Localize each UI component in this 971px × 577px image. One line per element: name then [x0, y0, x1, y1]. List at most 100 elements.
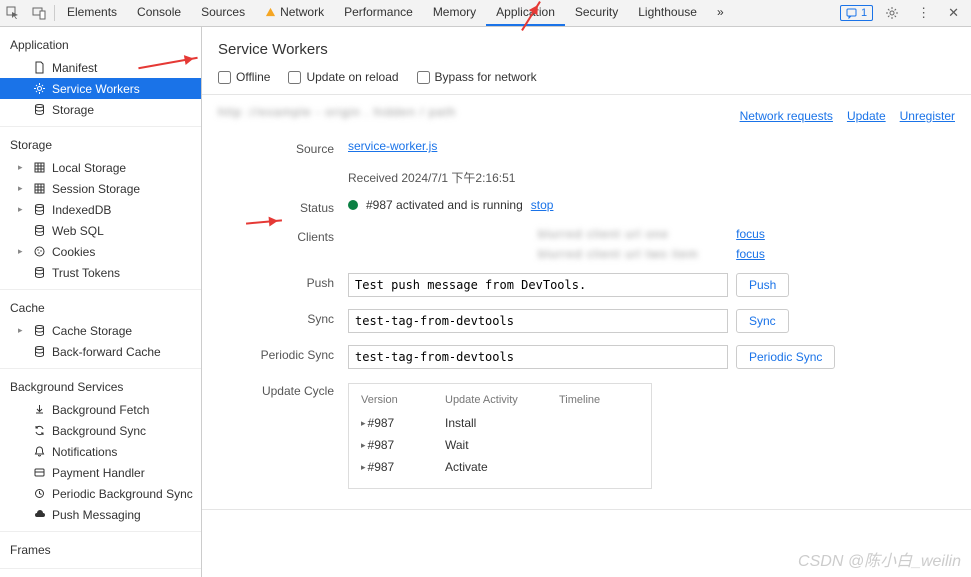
issues-badge[interactable]: 1: [840, 5, 873, 21]
update-link[interactable]: Update: [847, 109, 886, 123]
tab-lighthouse[interactable]: Lighthouse: [628, 0, 707, 26]
sidebar-item-web-sql[interactable]: Web SQL: [0, 220, 201, 241]
sidebar-item-background-fetch[interactable]: Background Fetch: [0, 399, 201, 420]
sidebar-item-trust-tokens[interactable]: Trust Tokens: [0, 262, 201, 283]
gear-icon[interactable]: [879, 6, 905, 20]
push-label: Push: [218, 273, 348, 290]
sidebar-item-push-messaging[interactable]: Push Messaging: [0, 504, 201, 525]
inspect-icon[interactable]: [0, 6, 26, 20]
expand-icon: ▸: [18, 183, 26, 194]
sidebar-item-cookies[interactable]: ▸ Cookies: [0, 241, 201, 262]
sidebar-item-label: Back-forward Cache: [52, 345, 161, 359]
push-button[interactable]: Push: [736, 273, 789, 297]
sidebar-item-session-storage[interactable]: ▸ Session Storage: [0, 178, 201, 199]
device-toggle-icon[interactable]: [26, 6, 52, 20]
stop-link[interactable]: stop: [531, 198, 554, 212]
sidebar-item-label: Background Sync: [52, 424, 146, 438]
cycle-row[interactable]: ▸#987Activate: [361, 456, 639, 478]
more-icon[interactable]: ⋮: [911, 5, 936, 21]
push-input[interactable]: [348, 273, 728, 297]
periodic-sync-button[interactable]: Periodic Sync: [736, 345, 835, 369]
sidebar-item-background-sync[interactable]: Background Sync: [0, 420, 201, 441]
tab-elements[interactable]: Elements: [57, 0, 127, 26]
sidebar-item-indexeddb[interactable]: ▸IndexedDB: [0, 199, 201, 220]
sidebar-item-label: Session Storage: [52, 182, 140, 196]
db-icon: [32, 203, 46, 217]
cloud-icon: [32, 508, 46, 522]
sidebar-item-back-forward-cache[interactable]: Back-forward Cache: [0, 341, 201, 362]
network-requests-link[interactable]: Network requests: [740, 109, 833, 123]
tab-memory[interactable]: Memory: [423, 0, 486, 26]
status-text: #987 activated and is running: [366, 198, 523, 212]
expand-icon: ▸: [361, 418, 366, 429]
close-icon[interactable]: ✕: [942, 5, 965, 21]
sidebar-item-label: Push Messaging: [52, 508, 141, 522]
sidebar-item-label: Manifest: [52, 61, 97, 75]
sidebar-item-label: Storage: [52, 103, 94, 117]
issues-count: 1: [861, 7, 867, 19]
chk-label: Offline: [236, 70, 270, 84]
page-title: Service Workers: [202, 27, 971, 66]
tabs-overflow[interactable]: »: [707, 0, 734, 26]
sidebar-section-title: Storage: [0, 133, 201, 157]
bypass-for-network-checkbox[interactable]: Bypass for network: [417, 70, 537, 84]
focus-link[interactable]: focus: [736, 247, 765, 261]
periodic-sync-input[interactable]: [348, 345, 728, 369]
sidebar-item-storage[interactable]: Storage: [0, 99, 201, 120]
sidebar-item-service-workers[interactable]: Service Workers: [0, 78, 201, 99]
update-on-reload-checkbox[interactable]: Update on reload: [288, 70, 398, 84]
cycle-row[interactable]: ▸#987 Wait: [361, 434, 639, 456]
focus-link[interactable]: focus: [736, 227, 765, 241]
cycle-row[interactable]: ▸#987 Install: [361, 412, 639, 434]
cycle-activity: Wait: [445, 438, 535, 452]
db-icon: [32, 224, 46, 238]
unregister-link[interactable]: Unregister: [900, 109, 955, 123]
sidebar-section-title: Frames: [0, 538, 201, 562]
service-worker-card: http ://example - origin . hidden / path…: [202, 95, 971, 510]
sidebar-item-label: Periodic Background Sync: [52, 487, 193, 501]
panel-tabs: Elements Console Sources Network Perform…: [57, 0, 734, 26]
sidebar-section-title: Cache: [0, 296, 201, 320]
sync-input[interactable]: [348, 309, 728, 333]
db-icon: [32, 266, 46, 280]
sync-label: Sync: [218, 309, 348, 326]
sidebar-item-notifications[interactable]: Notifications: [0, 441, 201, 462]
sync-button[interactable]: Sync: [736, 309, 789, 333]
tab-performance[interactable]: Performance: [334, 0, 423, 26]
col-activity: Update Activity: [445, 394, 535, 406]
sidebar-item-cache-storage[interactable]: ▸Cache Storage: [0, 320, 201, 341]
cycle-activity: Install: [445, 416, 535, 430]
clients-label: Clients: [218, 227, 348, 244]
gear-icon: [32, 82, 46, 96]
sidebar-item-periodic-background-sync[interactable]: Periodic Background Sync: [0, 483, 201, 504]
tab-label: Network: [280, 5, 324, 19]
sidebar-item-payment-handler[interactable]: Payment Handler: [0, 462, 201, 483]
tab-network[interactable]: Network: [255, 0, 334, 26]
db-icon: [32, 103, 46, 117]
status-indicator-icon: [348, 200, 358, 210]
db-icon: [32, 324, 46, 338]
sidebar-item-label: Cache Storage: [52, 324, 132, 338]
offline-checkbox[interactable]: Offline: [218, 70, 270, 84]
sidebar-item-local-storage[interactable]: ▸Local Storage: [0, 157, 201, 178]
cycle-version: #987: [368, 460, 395, 474]
tab-security[interactable]: Security: [565, 0, 628, 26]
sidebar-item-label: Cookies: [52, 245, 95, 259]
db-icon: [32, 345, 46, 359]
tab-console[interactable]: Console: [127, 0, 191, 26]
update-cycle-label: Update Cycle: [218, 381, 348, 398]
cookie-icon: [32, 245, 46, 259]
periodic-sync-label: Periodic Sync: [218, 345, 348, 362]
tab-sources[interactable]: Sources: [191, 0, 255, 26]
sidebar-item-manifest[interactable]: Manifest: [0, 57, 201, 78]
grid-icon: [32, 161, 46, 175]
sw-options-row: Offline Update on reload Bypass for netw…: [202, 66, 971, 95]
fetch-icon: [32, 403, 46, 417]
client-url: blurred client url two item: [538, 247, 728, 261]
cycle-version: #987: [368, 438, 395, 452]
expand-icon: ▸: [18, 246, 26, 257]
cycle-version: #987: [368, 416, 395, 430]
expand-icon: ▸: [361, 440, 366, 451]
source-file-link[interactable]: service-worker.js: [348, 139, 437, 153]
file-icon: [32, 61, 46, 75]
